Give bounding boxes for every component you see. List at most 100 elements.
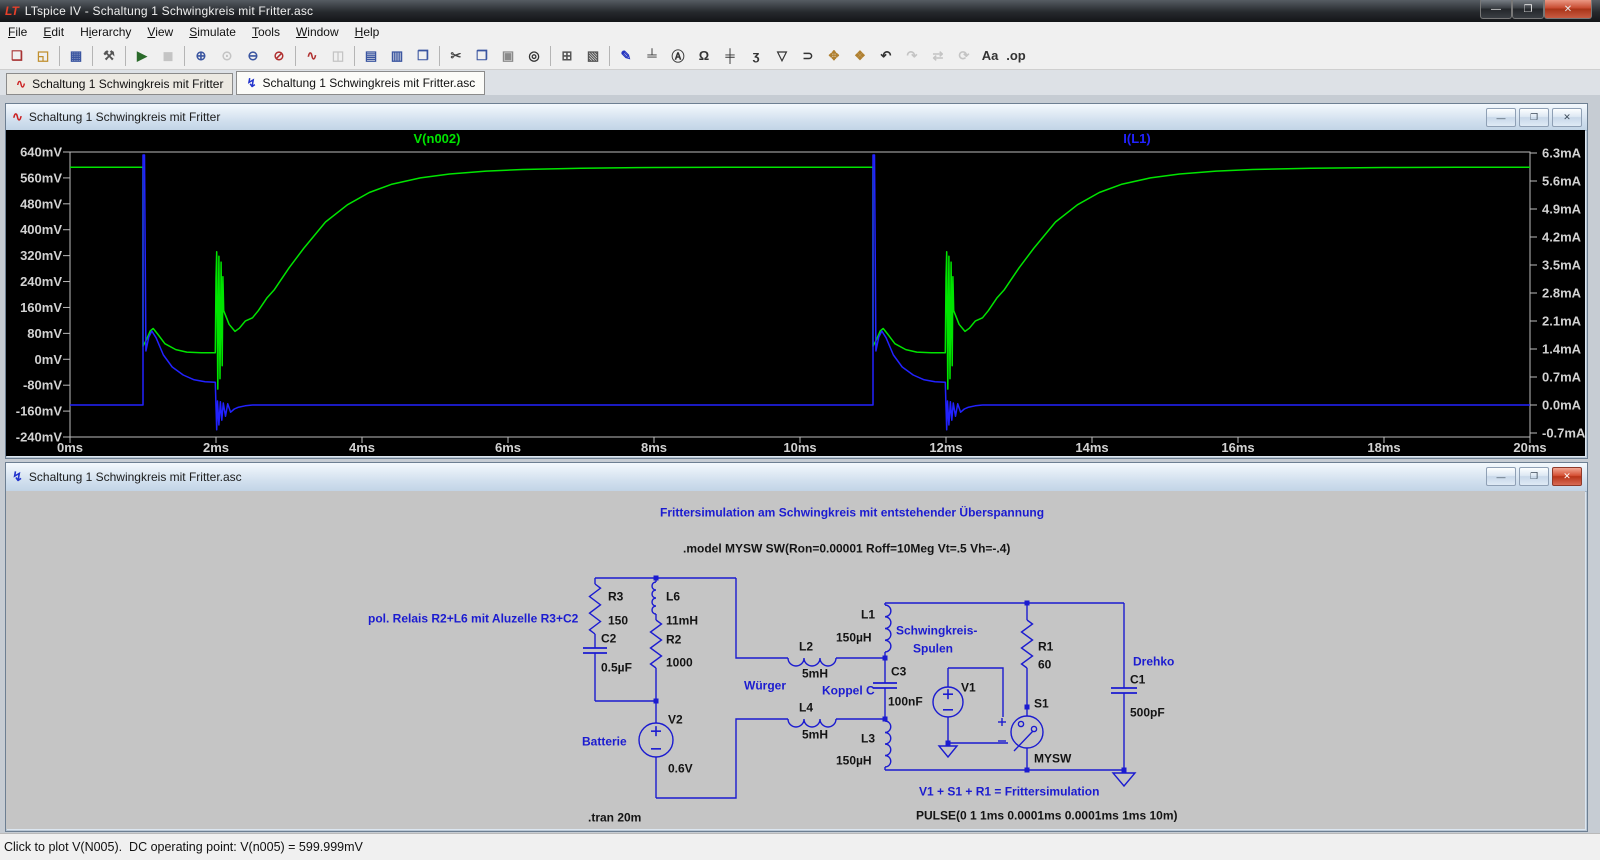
menu-help[interactable]: Help — [347, 23, 388, 41]
zoom-out-icon[interactable]: ⊖ — [240, 45, 266, 67]
menu-view[interactable]: View — [139, 23, 181, 41]
control-panel-icon[interactable]: ⚒ — [96, 45, 122, 67]
drag-icon[interactable]: ❖ — [847, 45, 873, 67]
wave-close-button[interactable]: ✕ — [1552, 108, 1582, 127]
tile-horizontal-icon[interactable]: ▤ — [358, 45, 384, 67]
schematic-label: R2 — [666, 633, 682, 647]
component-L1[interactable] — [884, 604, 892, 653]
plot-settings-icon[interactable]: ∿ — [299, 45, 325, 67]
schematic-label: C1 — [1130, 673, 1146, 687]
wave-restore-button[interactable]: ❐ — [1519, 108, 1549, 127]
component-C1[interactable] — [1111, 687, 1137, 694]
toolbar-separator — [439, 45, 440, 66]
left-axis-label: -160mV — [16, 404, 63, 419]
schem-close-button[interactable]: ✕ — [1552, 467, 1582, 486]
schematic-label: R3 — [608, 590, 624, 604]
component-V2[interactable] — [638, 722, 674, 758]
schematic-window-titlebar[interactable]: ↯ Schaltung 1 Schwingkreis mit Fritter.a… — [6, 463, 1587, 492]
app-titlebar[interactable]: LT LTspice IV - Schaltung 1 Schwingkreis… — [0, 0, 1600, 22]
redo-icon[interactable]: ↷ — [899, 45, 925, 67]
component-icon[interactable]: ⊃ — [795, 45, 821, 67]
left-axis-label: 80mV — [27, 326, 62, 341]
schematic-window-buttons: — ❐ ✕ — [1483, 467, 1582, 486]
ground-icon[interactable]: ╧ — [639, 45, 665, 67]
ground-symbol[interactable] — [937, 745, 959, 759]
menu-edit[interactable]: Edit — [35, 23, 72, 41]
waveform-plot[interactable]: 640mV 560mV 480mV 400mV 320mV 240mV 160mV 80mV 0… — [6, 130, 1586, 456]
tab-schematic[interactable]: ↯ Schaltung 1 Schwingkreis mit Fritter.as… — [236, 71, 486, 95]
save-icon[interactable]: ▦ — [63, 45, 89, 67]
tile-vertical-icon[interactable]: ▥ — [384, 45, 410, 67]
find-icon[interactable]: ◎ — [521, 45, 547, 67]
component-R2[interactable] — [649, 619, 663, 669]
component-L4[interactable] — [787, 718, 837, 728]
run-icon[interactable]: ▶ — [129, 45, 155, 67]
component-S1[interactable] — [998, 715, 1044, 752]
wave-minimize-button[interactable]: — — [1486, 108, 1516, 127]
copy-icon[interactable]: ❒ — [469, 45, 495, 67]
component-V1[interactable] — [932, 686, 964, 718]
capacitor-icon[interactable]: ╪ — [717, 45, 743, 67]
schematic-drawing[interactable]: Frittersimulation am Schwingkreis mit en… — [6, 491, 1585, 829]
halt-icon[interactable]: ◼ — [155, 45, 181, 67]
zoom-in-icon[interactable]: ⊕ — [188, 45, 214, 67]
schematic-label: PULSE(0 1 1ms 0.0001ms 0.0001ms 1ms 10m) — [916, 809, 1178, 823]
component-R3[interactable] — [588, 583, 602, 635]
x-axis-label: 14ms — [1075, 440, 1108, 455]
menu-hierarchy[interactable]: Hierarchy — [72, 23, 139, 41]
new-schematic-icon[interactable]: ❑ — [4, 45, 30, 67]
print-preview-icon[interactable]: ⊞ — [554, 45, 580, 67]
component-L3[interactable] — [884, 720, 892, 768]
app-restore-button[interactable]: ❐ — [1512, 0, 1544, 19]
menu-file[interactable]: File — [0, 23, 35, 41]
component-C3[interactable] — [873, 682, 897, 689]
tab-waveform[interactable]: ∿ Schaltung 1 Schwingkreis mit Fritter — [6, 73, 234, 95]
schem-restore-button[interactable]: ❐ — [1519, 467, 1549, 486]
right-axis-label: 0.7mA — [1542, 370, 1582, 385]
app-minimize-button[interactable]: — — [1480, 0, 1512, 19]
wire-junctions — [653, 575, 1127, 773]
text-icon[interactable]: Aa — [977, 45, 1003, 67]
spice-directive-icon[interactable]: .op — [1003, 45, 1029, 67]
trace-label-V(n002): V(n002) — [414, 131, 461, 146]
draw-wire-icon[interactable]: ✎ — [613, 45, 639, 67]
plot-axes: 640mV 560mV 480mV 400mV 320mV 240mV 160mV 80mV 0… — [16, 145, 1586, 456]
ground-symbol[interactable] — [1111, 772, 1137, 788]
inductor-icon[interactable]: ʒ — [743, 45, 769, 67]
schematic-label: Koppel C — [822, 684, 875, 698]
cascade-windows-icon[interactable]: ❐ — [410, 45, 436, 67]
menu-simulate[interactable]: Simulate — [181, 23, 244, 41]
diode-icon[interactable]: ▽ — [769, 45, 795, 67]
component-L6[interactable] — [651, 581, 657, 615]
left-axis-label: 560mV — [20, 170, 62, 185]
menu-tools[interactable]: Tools — [244, 23, 288, 41]
schem-minimize-button[interactable]: — — [1486, 467, 1516, 486]
schematic-canvas[interactable]: Frittersimulation am Schwingkreis mit en… — [6, 491, 1585, 829]
waveform-window: ∿ Schaltung 1 Schwingkreis mit Fritter —… — [5, 103, 1588, 459]
waveform-window-titlebar[interactable]: ∿ Schaltung 1 Schwingkreis mit Fritter —… — [6, 104, 1587, 131]
net-label-icon[interactable]: Ⓐ — [665, 45, 691, 67]
app-close-button[interactable]: ✕ — [1544, 0, 1592, 19]
undo-icon[interactable]: ↶ — [873, 45, 899, 67]
x-axis-label: 2ms — [203, 440, 229, 455]
toolbar-separator — [92, 45, 93, 66]
component-C2[interactable] — [583, 647, 607, 654]
open-file-icon[interactable]: ◱ — [30, 45, 56, 67]
schematic-label: Spulen — [913, 642, 953, 656]
schematic-label: 150 — [608, 614, 628, 628]
cut-icon[interactable]: ✂ — [443, 45, 469, 67]
mark-points-icon[interactable]: ◫ — [325, 45, 351, 67]
menu-window[interactable]: Window — [288, 23, 347, 41]
print-icon[interactable]: ▧ — [580, 45, 606, 67]
waveform-plot-area[interactable]: 640mV 560mV 480mV 400mV 320mV 240mV 160mV 80mV 0… — [6, 130, 1586, 456]
rotate-icon[interactable]: ⟳ — [951, 45, 977, 67]
paste-icon[interactable]: ▣ — [495, 45, 521, 67]
move-icon[interactable]: ✥ — [821, 45, 847, 67]
x-axis-label: 20ms — [1513, 440, 1546, 455]
zoom-undo-icon[interactable]: ⊘ — [266, 45, 292, 67]
mirror-icon[interactable]: ⇄ — [925, 45, 951, 67]
zoom-extents-icon[interactable]: ⊙ — [214, 45, 240, 67]
component-L2[interactable] — [787, 657, 837, 667]
component-R1[interactable] — [1020, 619, 1034, 669]
resistor-icon[interactable]: Ω — [691, 45, 717, 67]
